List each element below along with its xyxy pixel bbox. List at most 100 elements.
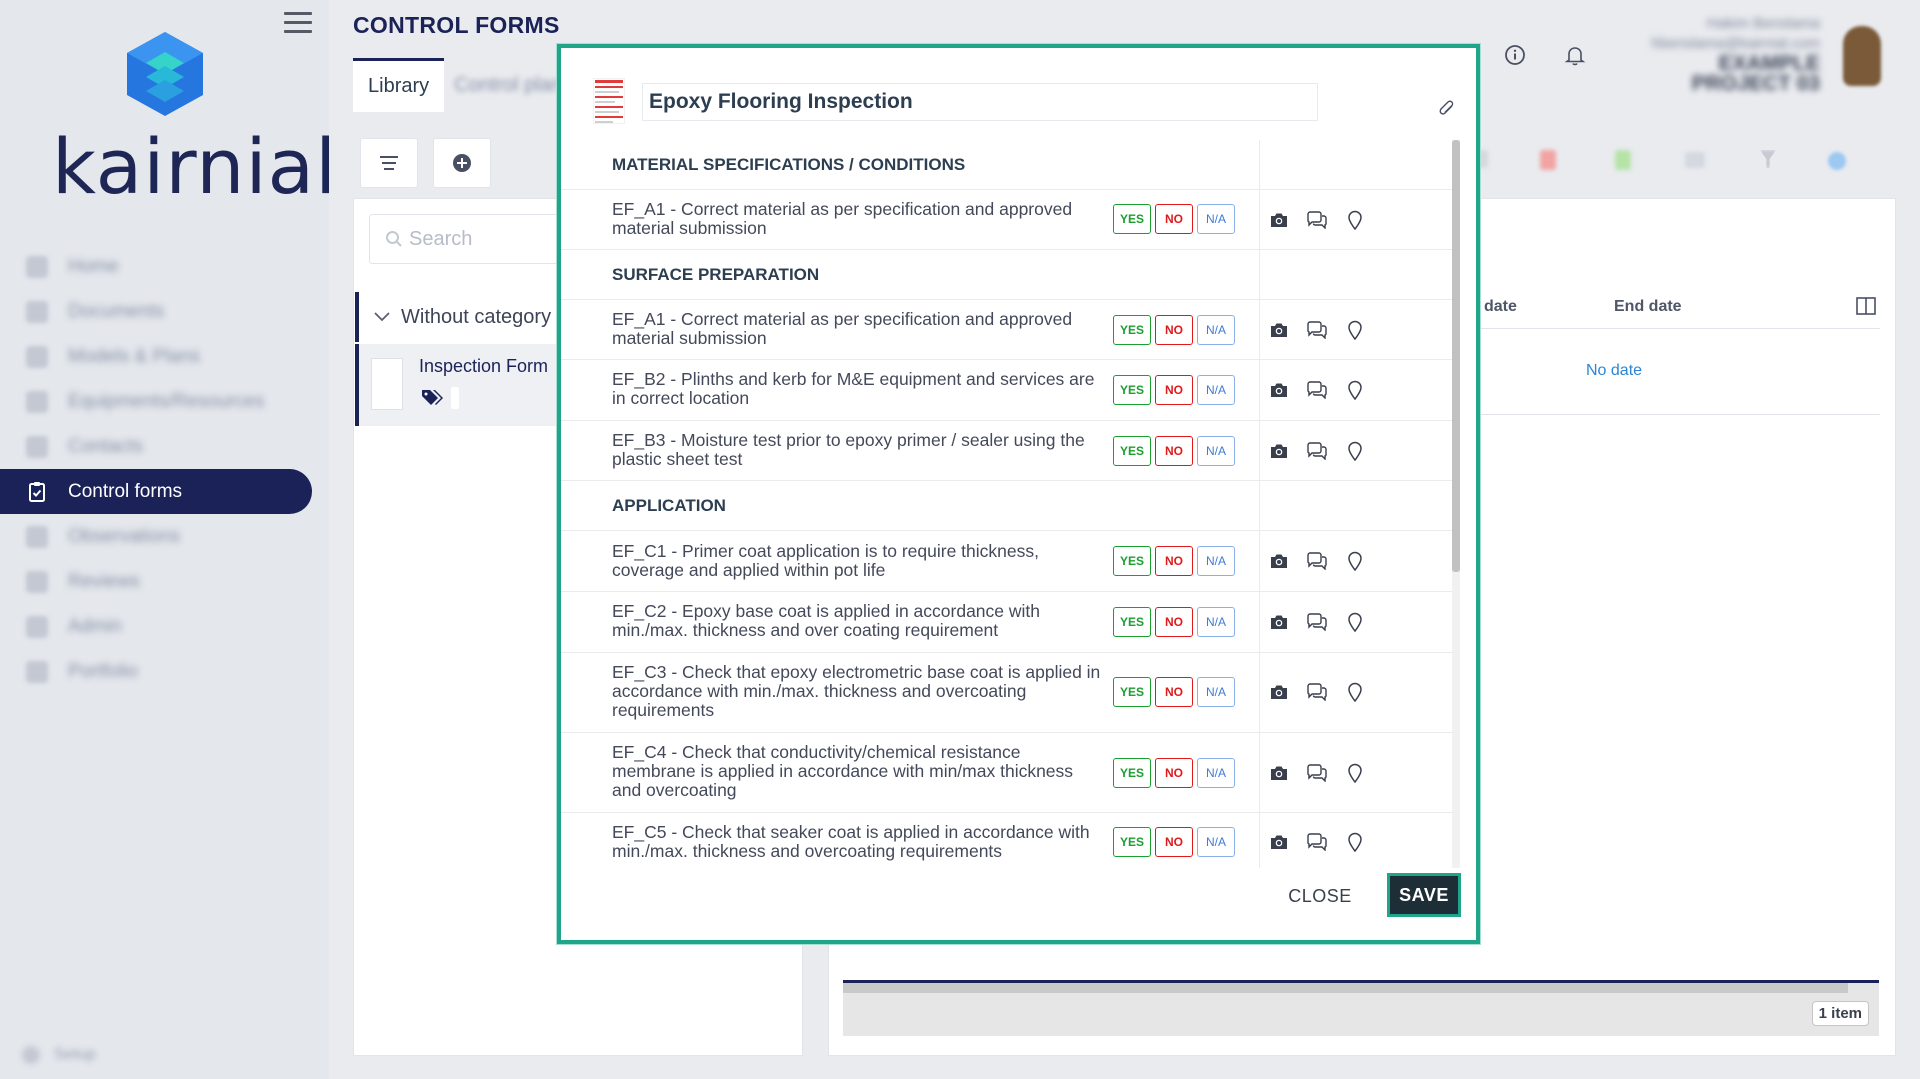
column-header-start-date[interactable]: date: [1484, 298, 1517, 316]
camera-icon[interactable]: [1268, 550, 1290, 572]
form-title-input[interactable]: Epoxy Flooring Inspection: [642, 83, 1318, 121]
no-button[interactable]: NO: [1155, 546, 1193, 576]
sidebar-item-models[interactable]: Models & Plans: [0, 334, 312, 379]
pdf-icon[interactable]: [1540, 150, 1556, 170]
location-pin-icon[interactable]: [1344, 379, 1366, 401]
yes-button[interactable]: YES: [1113, 375, 1151, 405]
no-button[interactable]: NO: [1155, 204, 1193, 234]
save-button[interactable]: SAVE: [1387, 873, 1461, 917]
location-pin-icon[interactable]: [1344, 611, 1366, 633]
location-pin-icon[interactable]: [1344, 209, 1366, 231]
search-input[interactable]: Search: [369, 214, 589, 264]
avatar[interactable]: [1843, 26, 1881, 86]
list-view-button[interactable]: [360, 138, 418, 188]
header-divider: [1475, 328, 1880, 329]
camera-icon[interactable]: [1268, 319, 1290, 341]
yes-button[interactable]: YES: [1113, 677, 1151, 707]
comment-icon[interactable]: [1306, 550, 1328, 572]
camera-icon[interactable]: [1268, 611, 1290, 633]
location-pin-icon[interactable]: [1344, 762, 1366, 784]
horizontal-scrollbar[interactable]: [843, 983, 1848, 993]
na-button[interactable]: N/A: [1197, 546, 1235, 576]
inspection-form-dialog: Epoxy Flooring Inspection MATERIAL SPECI…: [557, 44, 1480, 944]
comment-icon[interactable]: [1306, 831, 1328, 853]
scrollbar-thumb[interactable]: [1452, 140, 1460, 572]
row-divider: [1475, 414, 1880, 415]
yes-button[interactable]: YES: [1113, 436, 1151, 466]
sidebar-item-documents[interactable]: Documents: [0, 289, 312, 334]
list-icon: [380, 156, 398, 170]
no-button[interactable]: NO: [1155, 758, 1193, 788]
na-button[interactable]: N/A: [1197, 607, 1235, 637]
yes-button[interactable]: YES: [1113, 758, 1151, 788]
location-pin-icon[interactable]: [1344, 440, 1366, 462]
bell-icon[interactable]: [1564, 44, 1586, 66]
no-button[interactable]: NO: [1155, 607, 1193, 637]
comment-icon[interactable]: [1306, 440, 1328, 462]
camera-icon[interactable]: [1268, 440, 1290, 462]
no-button[interactable]: NO: [1155, 677, 1193, 707]
no-button[interactable]: NO: [1155, 827, 1193, 857]
column-divider: [1259, 140, 1260, 868]
comment-icon[interactable]: [1306, 762, 1328, 784]
yes-button[interactable]: YES: [1113, 607, 1151, 637]
sidebar-item-observations[interactable]: Observations: [0, 514, 312, 559]
yes-button[interactable]: YES: [1113, 315, 1151, 345]
camera-icon[interactable]: [1268, 762, 1290, 784]
info-icon[interactable]: [1504, 44, 1526, 66]
columns-icon[interactable]: [1856, 297, 1876, 315]
location-pin-icon[interactable]: [1344, 550, 1366, 572]
menu-toggle-icon[interactable]: [284, 12, 312, 34]
sidebar-item-home[interactable]: Home: [0, 244, 312, 289]
camera-icon[interactable]: [1268, 379, 1290, 401]
paperclip-icon[interactable]: [1438, 100, 1456, 120]
na-button[interactable]: N/A: [1197, 315, 1235, 345]
na-button[interactable]: N/A: [1197, 204, 1235, 234]
no-button[interactable]: NO: [1155, 436, 1193, 466]
sidebar-item-admin[interactable]: Admin: [0, 604, 312, 649]
print-icon[interactable]: [1685, 152, 1705, 168]
camera-icon[interactable]: [1268, 681, 1290, 703]
close-button[interactable]: CLOSE: [1279, 876, 1361, 916]
comment-icon[interactable]: [1306, 209, 1328, 231]
settings-dot-icon[interactable]: [1828, 152, 1846, 170]
excel-icon[interactable]: [1615, 150, 1631, 170]
location-pin-icon[interactable]: [1344, 831, 1366, 853]
location-pin-icon[interactable]: [1344, 681, 1366, 703]
sidebar-item-equipment[interactable]: Equipments/Resources: [0, 379, 312, 424]
row-actions: [1268, 440, 1366, 462]
sidebar-item-setup[interactable]: Setup: [22, 1046, 96, 1064]
tab-library[interactable]: Library: [353, 58, 445, 112]
comment-icon[interactable]: [1306, 681, 1328, 703]
sidebar-item-contacts[interactable]: Contacts: [0, 424, 312, 469]
camera-icon[interactable]: [1268, 209, 1290, 231]
answer-buttons: YES NO N/A: [1113, 607, 1235, 637]
na-button[interactable]: N/A: [1197, 758, 1235, 788]
tags-icon[interactable]: [421, 388, 445, 406]
column-header-end-date[interactable]: End date: [1614, 298, 1682, 316]
sidebar-nav: Home Documents Models & Plans Equipments…: [0, 244, 312, 694]
na-button[interactable]: N/A: [1197, 436, 1235, 466]
na-button[interactable]: N/A: [1197, 677, 1235, 707]
sidebar-item-control-forms[interactable]: Control forms: [0, 469, 312, 514]
na-button[interactable]: N/A: [1197, 375, 1235, 405]
no-button[interactable]: NO: [1155, 375, 1193, 405]
no-button[interactable]: NO: [1155, 315, 1193, 345]
comment-icon[interactable]: [1306, 319, 1328, 341]
yes-button[interactable]: YES: [1113, 827, 1151, 857]
add-form-button[interactable]: [433, 138, 491, 188]
comment-icon[interactable]: [1306, 379, 1328, 401]
user-info[interactable]: Hakim Benslama hbenslama@kairnial.com EX…: [1630, 14, 1820, 94]
sidebar-item-label: Observations: [68, 525, 180, 547]
contacts-icon: [26, 435, 48, 458]
location-pin-icon[interactable]: [1344, 319, 1366, 341]
tab-bar: Library Control plans: [353, 58, 587, 112]
yes-button[interactable]: YES: [1113, 546, 1151, 576]
sidebar-item-reviews[interactable]: Reviews: [0, 559, 312, 604]
na-button[interactable]: N/A: [1197, 827, 1235, 857]
camera-icon[interactable]: [1268, 831, 1290, 853]
yes-button[interactable]: YES: [1113, 204, 1151, 234]
checklist-row: EF_C1 - Primer coat application is to re…: [561, 531, 1456, 592]
sidebar-item-portfolio[interactable]: Portfolio: [0, 649, 312, 694]
comment-icon[interactable]: [1306, 611, 1328, 633]
